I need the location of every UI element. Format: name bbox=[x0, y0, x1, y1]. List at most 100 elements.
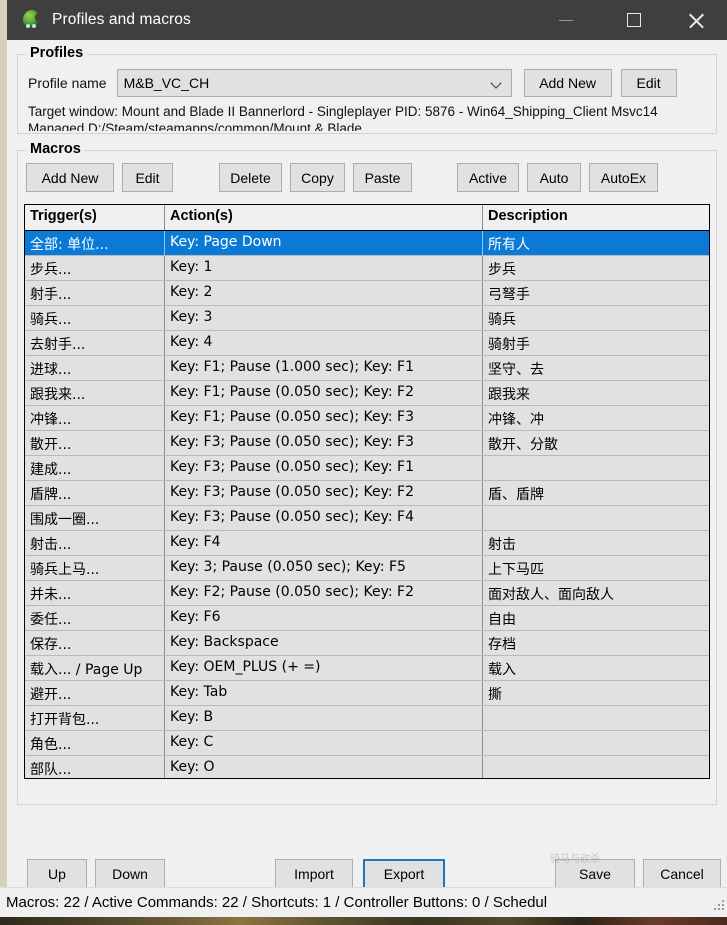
cell-trigger: 骑兵上马... bbox=[25, 556, 165, 580]
cell-description: 步兵 bbox=[488, 262, 516, 278]
macros-table[interactable]: Trigger(s) Action(s) Description 全部: 单位.… bbox=[24, 204, 710, 779]
move-up-button[interactable]: Up bbox=[27, 859, 87, 889]
cell-trigger: 跟我来... bbox=[25, 381, 165, 405]
table-row[interactable]: 委任... Key: F6 自由 bbox=[25, 606, 709, 631]
table-row[interactable]: 并未... Key: F2; Pause (0.050 sec); Key: F2… bbox=[25, 581, 709, 606]
table-row[interactable]: 进球... Key: F1; Pause (1.000 sec); Key: F1… bbox=[25, 356, 709, 381]
table-row[interactable]: 射击... Key: F4 射击 bbox=[25, 531, 709, 556]
profile-name-row: Profile name M&B_VC_CH Add New Edit bbox=[18, 55, 716, 97]
cell-action: Key: 2 bbox=[165, 281, 483, 305]
cell-action: Key: 3; Pause (0.050 sec); Key: F5 bbox=[165, 556, 483, 580]
profile-add-new-button[interactable]: Add New bbox=[523, 69, 612, 97]
macro-active-button[interactable]: Active bbox=[457, 163, 519, 192]
macro-autoex-button[interactable]: AutoEx bbox=[589, 163, 658, 192]
cell-description: 冲锋、冲 bbox=[488, 412, 544, 428]
macro-paste-button[interactable]: Paste bbox=[353, 163, 412, 192]
cell-action: Key: OEM_PLUS (+ =) bbox=[165, 656, 483, 680]
cell-description: 散开、分散 bbox=[488, 437, 558, 453]
table-row[interactable]: 跟我来... Key: F1; Pause (0.050 sec); Key: F… bbox=[25, 381, 709, 406]
cell-trigger: 射手... bbox=[25, 281, 165, 305]
title-bar[interactable]: Profiles and macros bbox=[7, 0, 727, 40]
cell-description: 骑射手 bbox=[488, 337, 530, 353]
table-row[interactable]: 冲锋... Key: F1; Pause (0.050 sec); Key: F3… bbox=[25, 406, 709, 431]
cell-description: 存档 bbox=[488, 637, 516, 653]
profile-edit-button[interactable]: Edit bbox=[620, 69, 677, 97]
cell-description: 所有人 bbox=[488, 237, 530, 253]
cell-trigger: 骑兵... bbox=[25, 306, 165, 330]
cell-action: Key: F1; Pause (0.050 sec); Key: F2 bbox=[165, 381, 483, 405]
close-button[interactable] bbox=[673, 0, 719, 40]
table-row[interactable]: 骑兵... Key: 3 骑兵 bbox=[25, 306, 709, 331]
profile-name-value: M&B_VC_CH bbox=[123, 75, 210, 91]
column-header-action[interactable]: Action(s) bbox=[165, 205, 483, 230]
cell-action: Key: 4 bbox=[165, 331, 483, 355]
cell-action: Key: O bbox=[165, 756, 483, 778]
macro-auto-button[interactable]: Auto bbox=[527, 163, 581, 192]
column-header-trigger[interactable]: Trigger(s) bbox=[25, 205, 165, 230]
target-window-info: Target window: Mount and Blade II Banner… bbox=[28, 104, 658, 131]
cancel-button[interactable]: Cancel bbox=[643, 859, 721, 889]
profiles-group-title: Profiles bbox=[26, 45, 88, 61]
cell-action: Key: F3; Pause (0.050 sec); Key: F2 bbox=[165, 481, 483, 505]
cell-action: Key: F3; Pause (0.050 sec); Key: F1 bbox=[165, 456, 483, 480]
cell-trigger: 盾牌... bbox=[25, 481, 165, 505]
minimize-button[interactable] bbox=[543, 0, 589, 40]
cell-trigger: 冲锋... bbox=[25, 406, 165, 430]
cell-trigger: 围成一圈... bbox=[25, 506, 165, 530]
cell-description bbox=[483, 506, 709, 530]
table-row[interactable]: 散开... Key: F3; Pause (0.050 sec); Key: F3… bbox=[25, 431, 709, 456]
cell-description: 载入 bbox=[488, 662, 516, 678]
cell-description: 跟我来 bbox=[488, 387, 530, 403]
maximize-button[interactable] bbox=[611, 0, 657, 40]
cell-trigger: 部队... bbox=[25, 756, 165, 778]
table-row[interactable]: 骑兵上马... Key: 3; Pause (0.050 sec); Key: F… bbox=[25, 556, 709, 581]
cell-action: Key: 3 bbox=[165, 306, 483, 330]
cell-description: 弓弩手 bbox=[488, 287, 530, 303]
cell-action: Key: F1; Pause (0.050 sec); Key: F3 bbox=[165, 406, 483, 430]
save-button[interactable]: Save bbox=[555, 859, 635, 889]
resize-grip-icon[interactable] bbox=[710, 896, 724, 910]
macro-copy-button[interactable]: Copy bbox=[290, 163, 345, 192]
status-bar: Macros: 22 / Active Commands: 22 / Short… bbox=[0, 887, 727, 917]
cell-action: Key: F3; Pause (0.050 sec); Key: F3 bbox=[165, 431, 483, 455]
cell-action: Key: Page Down bbox=[165, 231, 483, 255]
cell-action: Key: F3; Pause (0.050 sec); Key: F4 bbox=[165, 506, 483, 530]
table-row[interactable]: 围成一圈... Key: F3; Pause (0.050 sec); Key: … bbox=[25, 506, 709, 531]
move-down-button[interactable]: Down bbox=[95, 859, 165, 889]
macro-delete-button[interactable]: Delete bbox=[219, 163, 282, 192]
cell-trigger: 进球... bbox=[25, 356, 165, 380]
cell-description: 上下马匹 bbox=[488, 562, 544, 578]
macro-add-new-button[interactable]: Add New bbox=[26, 163, 114, 192]
cell-trigger: 打开背包... bbox=[25, 706, 165, 730]
table-row[interactable]: 步兵... Key: 1 步兵 bbox=[25, 256, 709, 281]
column-header-description[interactable]: Description bbox=[483, 205, 709, 230]
table-row[interactable]: 保存... Key: Backspace 存档 bbox=[25, 631, 709, 656]
profiles-group: Profiles Profile name M&B_VC_CH Add New … bbox=[17, 45, 717, 134]
table-row[interactable]: 射手... Key: 2 弓弩手 bbox=[25, 281, 709, 306]
table-row[interactable]: 部队... Key: O bbox=[25, 756, 709, 778]
table-row[interactable]: 避开... Key: Tab 撕 bbox=[25, 681, 709, 706]
table-row[interactable]: 盾牌... Key: F3; Pause (0.050 sec); Key: F2… bbox=[25, 481, 709, 506]
cell-description bbox=[483, 456, 709, 480]
cell-trigger: 全部: 单位... bbox=[25, 231, 165, 255]
table-row[interactable]: 全部: 单位... Key: Page Down 所有人 bbox=[25, 231, 709, 256]
minimize-icon bbox=[559, 19, 573, 21]
export-button[interactable]: Export bbox=[363, 859, 445, 889]
macro-edit-button[interactable]: Edit bbox=[122, 163, 173, 192]
maximize-icon bbox=[627, 13, 641, 27]
cell-trigger: 散开... bbox=[25, 431, 165, 455]
table-row[interactable]: 载入... / Page Up Key: OEM_PLUS (+ =) 载入 bbox=[25, 656, 709, 681]
status-text: Macros: 22 / Active Commands: 22 / Short… bbox=[6, 894, 548, 911]
table-row[interactable]: 去射手... Key: 4 骑射手 bbox=[25, 331, 709, 356]
cell-trigger: 保存... bbox=[25, 631, 165, 655]
macros-toolbar: Add New Edit Delete Copy Paste Active Au… bbox=[18, 151, 716, 192]
table-row[interactable]: 建成... Key: F3; Pause (0.050 sec); Key: F1 bbox=[25, 456, 709, 481]
cell-trigger: 委任... bbox=[25, 606, 165, 630]
table-row[interactable]: 角色... Key: C bbox=[25, 731, 709, 756]
cell-description: 撕 bbox=[488, 687, 502, 703]
import-button[interactable]: Import bbox=[275, 859, 353, 889]
client-area: Profiles Profile name M&B_VC_CH Add New … bbox=[7, 40, 727, 849]
cell-description: 射击 bbox=[488, 537, 516, 553]
profile-name-combobox[interactable]: M&B_VC_CH bbox=[116, 69, 512, 97]
table-row[interactable]: 打开背包... Key: B bbox=[25, 706, 709, 731]
